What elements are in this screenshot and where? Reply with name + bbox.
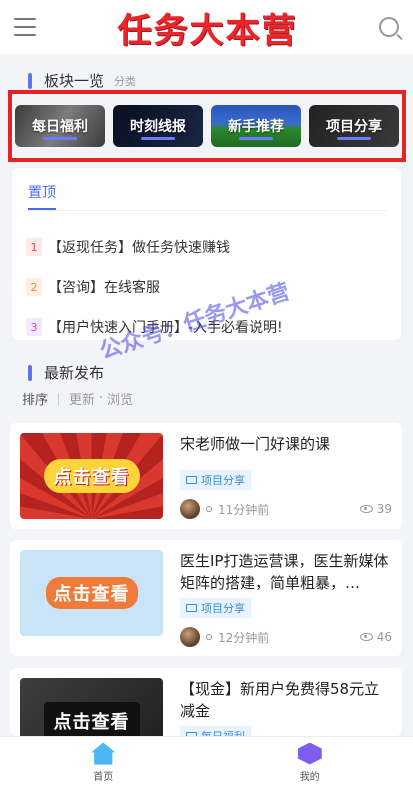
eye-icon xyxy=(359,633,373,641)
tab-mine-label: 我的 xyxy=(299,771,320,783)
pinned-item[interactable]: 1 【返现任务】做任务快速赚钱 xyxy=(26,227,387,267)
avatar xyxy=(180,627,200,647)
home-icon xyxy=(91,742,116,765)
post-card[interactable]: 点击查看 宋老师做一门好课的课 项目分享 11分钟前 39 xyxy=(10,423,402,529)
folder-icon xyxy=(186,604,197,612)
post-tag[interactable]: 项目分享 xyxy=(180,598,251,618)
rank-badge: 1 xyxy=(26,238,42,256)
sort-browse[interactable]: 浏览 xyxy=(107,389,133,408)
menu-icon[interactable] xyxy=(14,18,36,36)
category-underline xyxy=(43,137,77,140)
folder-icon xyxy=(186,476,197,484)
pinned-item[interactable]: 2 【咨询】在线客服 xyxy=(26,267,387,307)
pinned-item-text: 【咨询】在线客服 xyxy=(48,280,160,296)
categories-title: 板块一览 xyxy=(44,72,105,90)
pinned-item-text: 【返现任务】做任务快速赚钱 xyxy=(48,240,230,256)
latest-header: 最新发布 xyxy=(28,362,104,383)
views: 46 xyxy=(359,630,392,644)
post-title: 宋老师做一门好课的课 xyxy=(180,435,331,453)
post-tag[interactable]: 每日福利 xyxy=(180,726,251,736)
category-label: 时刻线报 xyxy=(130,119,186,135)
tag-label: 项目分享 xyxy=(201,602,245,615)
bottom-tab-bar: 首页 我的 xyxy=(0,736,413,788)
avatar xyxy=(180,499,200,519)
tag-label: 项目分享 xyxy=(201,474,245,487)
categories-header: 板块一览 分类 xyxy=(28,70,136,91)
category-daily-welfare[interactable]: 每日福利 xyxy=(15,105,105,147)
thumb-text: 点击查看 xyxy=(43,702,140,736)
categories-subtitle: 分类 xyxy=(114,74,137,88)
category-underline xyxy=(141,137,175,140)
rank-badge: 3 xyxy=(26,318,42,336)
post-card[interactable]: 点击查看 【现金】新用户免费得58元立减金 每日福利 xyxy=(10,668,402,736)
dot-separator: · xyxy=(99,391,104,406)
post-title: 【现金】新用户免费得58元立减金 xyxy=(180,680,380,720)
sort-bar: 排序 更新 · 浏览 xyxy=(22,389,133,408)
divider xyxy=(26,210,387,211)
sort-label: 排序 xyxy=(22,393,49,408)
profile-icon xyxy=(297,742,322,765)
sort-update[interactable]: 更新 xyxy=(69,389,95,408)
tab-home-label: 首页 xyxy=(93,771,114,783)
views: 39 xyxy=(359,502,392,516)
brand-title: 任务大本营 xyxy=(117,10,298,51)
category-underline xyxy=(239,137,273,140)
category-beginner[interactable]: 新手推荐 xyxy=(211,105,301,147)
post-thumbnail: 点击查看 xyxy=(20,678,163,736)
search-icon[interactable] xyxy=(379,17,399,37)
category-project-share[interactable]: 项目分享 xyxy=(309,105,399,147)
top-bar: 任务大本营 xyxy=(0,0,413,54)
post-thumbnail: 点击查看 xyxy=(20,433,163,519)
latest-title: 最新发布 xyxy=(44,364,105,382)
category-label: 项目分享 xyxy=(326,119,382,135)
pinned-card: 置顶 1 【返现任务】做任务快速赚钱 2 【咨询】在线客服 3 【用户快速入门手… xyxy=(12,168,401,340)
view-count: 46 xyxy=(376,630,392,644)
post-time: 11分钟前 xyxy=(218,502,270,517)
eye-icon xyxy=(359,505,373,513)
category-label: 新手推荐 xyxy=(228,119,284,135)
section-marker xyxy=(28,72,32,89)
tag-label: 每日福利 xyxy=(201,728,245,736)
divider xyxy=(58,392,60,405)
post-title: 医生IP打造运营课，医生新媒体矩阵的搭建，简单粗暴，… xyxy=(180,552,389,592)
pinned-list: 1 【返现任务】做任务快速赚钱 2 【咨询】在线客服 3 【用户快速入门手册】-… xyxy=(26,227,387,347)
section-marker xyxy=(28,364,32,381)
thumb-text: 点击查看 xyxy=(43,459,140,493)
thumb-text: 点击查看 xyxy=(45,577,138,609)
tab-pinned[interactable]: 置顶 xyxy=(28,182,56,210)
post-card[interactable]: 点击查看 医生IP打造运营课，医生新媒体矩阵的搭建，简单粗暴，… 项目分享 12… xyxy=(10,540,402,656)
category-strip: 每日福利 时刻线报 新手推荐 项目分享 xyxy=(8,90,406,162)
post-meta: 11分钟前 39 xyxy=(180,498,392,520)
post-time: 12分钟前 xyxy=(218,630,270,645)
post-tag[interactable]: 项目分享 xyxy=(180,470,251,490)
post-meta: 12分钟前 46 xyxy=(180,626,392,648)
pinned-item[interactable]: 3 【用户快速入门手册】-入手必看说明! xyxy=(26,307,387,347)
rank-badge: 2 xyxy=(26,278,42,296)
category-underline xyxy=(337,137,371,140)
pinned-item-text: 【用户快速入门手册】-入手必看说明! xyxy=(48,320,283,336)
category-label: 每日福利 xyxy=(32,119,88,135)
tab-home[interactable]: 首页 xyxy=(0,737,207,788)
tab-mine[interactable]: 我的 xyxy=(207,737,413,788)
post-thumbnail: 点击查看 xyxy=(20,550,163,636)
time-dot-icon xyxy=(206,634,212,640)
time-dot-icon xyxy=(206,506,212,512)
view-count: 39 xyxy=(376,502,392,516)
category-news[interactable]: 时刻线报 xyxy=(113,105,203,147)
